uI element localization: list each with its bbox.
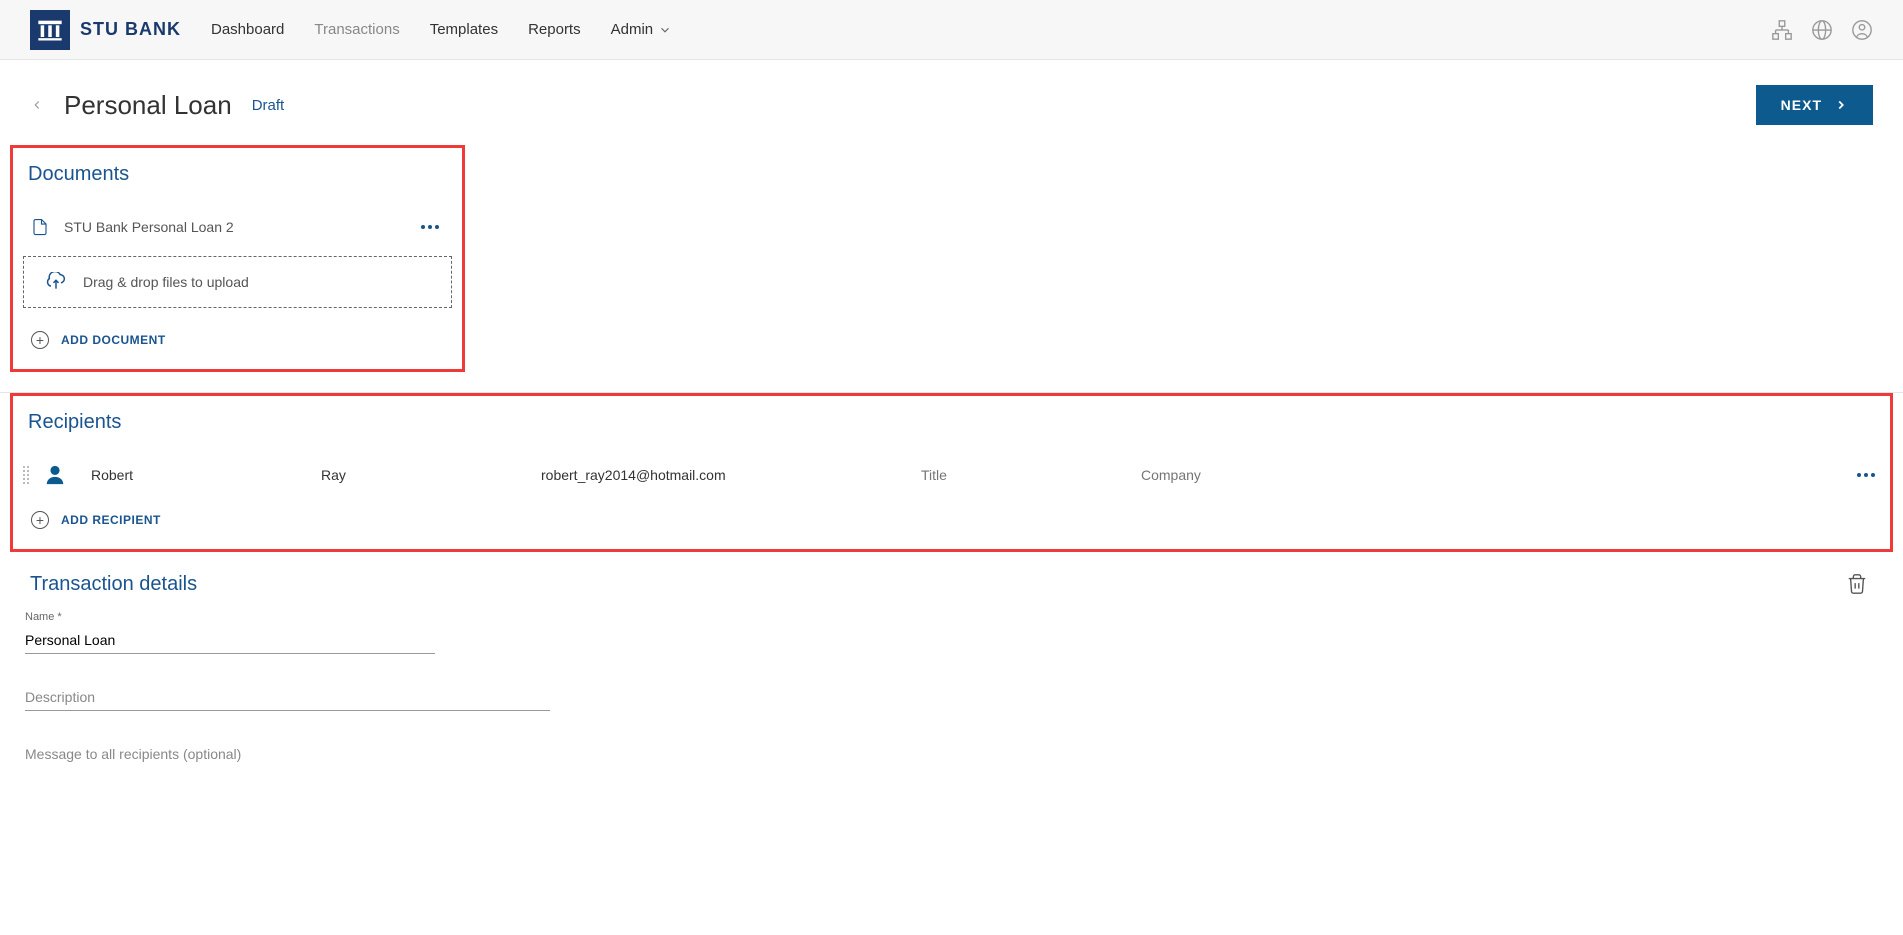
add-recipient-label: ADD RECIPIENT	[61, 513, 161, 527]
trash-icon[interactable]	[1846, 572, 1868, 596]
recipient-more-menu[interactable]	[1852, 468, 1880, 482]
main-nav: Dashboard Transactions Templates Reports…	[211, 21, 672, 38]
nav-dashboard[interactable]: Dashboard	[211, 21, 284, 38]
person-icon	[44, 464, 66, 486]
recipient-last-name-input[interactable]	[321, 467, 531, 483]
message-input[interactable]	[25, 741, 550, 767]
dropzone-text: Drag & drop files to upload	[83, 274, 249, 290]
recipient-first-name-input[interactable]	[91, 467, 311, 483]
description-input[interactable]	[25, 684, 550, 711]
upload-dropzone[interactable]: Drag & drop files to upload	[23, 256, 452, 308]
add-document-button[interactable]: + ADD DOCUMENT	[23, 316, 452, 354]
plus-circle-icon: +	[31, 331, 49, 349]
back-chevron-icon[interactable]	[30, 95, 44, 115]
nav-transactions[interactable]: Transactions	[314, 21, 399, 38]
nav-admin[interactable]: Admin	[611, 21, 673, 38]
documents-section: Documents STU Bank Personal Loan 2 Drag …	[10, 145, 465, 372]
page-title-group: Personal Loan Draft	[30, 90, 284, 121]
recipient-row	[23, 454, 1880, 496]
cloud-upload-icon	[44, 272, 68, 292]
org-chart-icon[interactable]	[1771, 19, 1793, 41]
document-name: STU Bank Personal Loan 2	[64, 219, 234, 235]
brand-logo[interactable]: STU BANK	[30, 10, 181, 50]
nav-reports[interactable]: Reports	[528, 21, 581, 38]
next-button-label: NEXT	[1781, 97, 1822, 113]
document-more-menu[interactable]	[416, 220, 444, 234]
globe-icon[interactable]	[1811, 19, 1833, 41]
chevron-right-icon	[1834, 98, 1848, 112]
status-badge: Draft	[252, 97, 285, 114]
document-item-left: STU Bank Personal Loan 2	[31, 216, 234, 238]
page-header: Personal Loan Draft NEXT	[0, 60, 1903, 145]
nav-templates[interactable]: Templates	[430, 21, 498, 38]
user-profile-icon[interactable]	[1851, 19, 1873, 41]
app-header: STU BANK Dashboard Transactions Template…	[0, 0, 1903, 60]
details-header: Transaction details	[0, 552, 1903, 601]
details-title: Transaction details	[25, 573, 197, 596]
chevron-down-icon	[658, 23, 672, 37]
document-item[interactable]: STU Bank Personal Loan 2	[23, 206, 452, 248]
recipients-section: Recipients + ADD RECIPIENT	[10, 393, 1893, 552]
add-recipient-button[interactable]: + ADD RECIPIENT	[23, 496, 1880, 534]
header-left: STU BANK Dashboard Transactions Template…	[30, 10, 672, 50]
nav-admin-label: Admin	[611, 21, 654, 38]
brand-name: STU BANK	[80, 19, 181, 40]
next-button[interactable]: NEXT	[1756, 85, 1873, 125]
drag-handle-icon[interactable]	[23, 466, 29, 484]
name-input[interactable]	[25, 627, 435, 654]
logo-icon	[30, 10, 70, 50]
documents-title: Documents	[23, 163, 452, 186]
recipient-title-input[interactable]	[921, 467, 1131, 483]
name-field-group: Name *	[25, 611, 435, 654]
plus-circle-icon: +	[31, 511, 49, 529]
page-title: Personal Loan	[64, 90, 232, 121]
add-document-label: ADD DOCUMENT	[61, 333, 166, 347]
recipient-company-input[interactable]	[1141, 467, 1511, 483]
message-field-group	[25, 741, 550, 767]
name-label: Name *	[25, 611, 435, 623]
description-field-group	[25, 684, 550, 711]
recipients-title: Recipients	[23, 411, 1880, 434]
header-right	[1771, 19, 1873, 41]
file-icon	[31, 216, 49, 238]
recipient-email-input[interactable]	[541, 467, 911, 483]
